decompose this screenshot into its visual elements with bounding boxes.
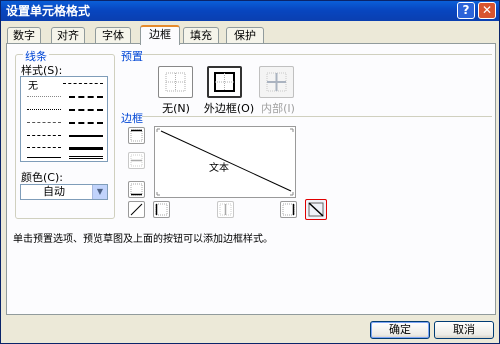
border-group-title: 边框 [121,112,143,125]
presets-separator [142,54,492,55]
line-style-thick[interactable] [69,147,103,150]
line-style-medium-dashdotdot[interactable] [69,96,103,98]
border-outline-icon [214,72,235,92]
tab-bar: 数字 对齐 字体 边框 填充 保护 [6,25,496,45]
border-inside-horizontal-icon [130,154,143,167]
chevron-down-icon[interactable]: ▼ [92,185,107,199]
tab-protection[interactable]: 保护 [226,27,264,44]
color-value: 自动 [43,185,65,198]
tab-fill[interactable]: 填充 [183,27,219,44]
border-inside-vertical-icon [219,203,232,216]
line-style-hair[interactable] [27,96,61,97]
line-style-medium-dashdot[interactable] [69,122,103,124]
diagonal-down-icon [308,202,324,217]
tab-border[interactable]: 边框 [140,25,180,45]
border-right-icon [282,203,295,216]
border-bottom-icon [130,183,143,196]
close-button[interactable]: ✕ [478,2,496,19]
border-left-icon [155,203,168,216]
border-left-button[interactable] [153,201,170,218]
line-style-thin[interactable] [27,157,61,158]
line-style-dotted[interactable] [27,109,61,110]
line-style-dashdot[interactable] [27,135,61,136]
diagonal-up-icon [130,203,143,216]
border-inside-icon [266,72,287,92]
line-style-none[interactable]: 无 [28,77,38,92]
window-title: 设置单元格格式 [6,4,91,18]
border-top-button[interactable] [128,127,145,144]
color-select[interactable]: 自动 ▼ [20,184,108,200]
line-style-double[interactable] [69,156,103,159]
border-tab-panel: 线条 样式(S): 无 颜色(C): 自动 ▼ 预置 无(N) 外边框(O) 内… [6,43,496,315]
border-diagonal-down-button[interactable] [305,199,327,220]
preset-none-label: 无(N) [162,102,190,115]
preset-inside-label: 内部(I) [261,102,295,115]
title-bar: 设置单元格格式 [1,1,499,21]
border-bottom-button[interactable] [128,181,145,198]
preset-outline-button[interactable] [207,66,242,98]
line-style-slant-dashdot[interactable] [69,109,103,111]
line-style-dashdotdot[interactable] [27,122,61,123]
border-right-button[interactable] [280,201,297,218]
tab-font[interactable]: 字体 [95,27,131,44]
format-cells-dialog: 设置单元格格式 ? ✕ 数字 对齐 字体 边框 填充 保护 线条 样式(S): [0,0,500,344]
border-top-icon [130,129,143,142]
border-inside-vertical-button[interactable] [217,201,234,218]
border-diagonal-up-button[interactable] [128,201,145,218]
line-style-dashdot-dense[interactable] [63,83,103,84]
line-style-medium[interactable] [69,135,103,137]
tab-number[interactable]: 数字 [7,27,41,44]
border-preview[interactable]: 文本 [154,126,296,198]
cancel-button[interactable]: 取消 [434,321,494,339]
hint-text: 单击预置选项、预览草图及上面的按钮可以添加边框样式。 [13,234,273,245]
tab-alignment[interactable]: 对齐 [51,27,85,44]
border-none-icon [165,72,186,92]
preset-inside-button[interactable] [259,66,294,98]
line-style-dashed[interactable] [27,147,61,148]
presets-group-title: 预置 [121,50,143,63]
preset-outline-label: 外边框(O) [203,102,255,115]
preview-text: 文本 [209,163,229,174]
border-separator [142,116,492,117]
ok-button[interactable]: 确定 [370,321,430,339]
color-label: 颜色(C): [21,171,63,184]
border-inside-horizontal-button[interactable] [128,152,145,169]
preset-none-button[interactable] [158,66,193,98]
help-button[interactable]: ? [457,2,475,19]
